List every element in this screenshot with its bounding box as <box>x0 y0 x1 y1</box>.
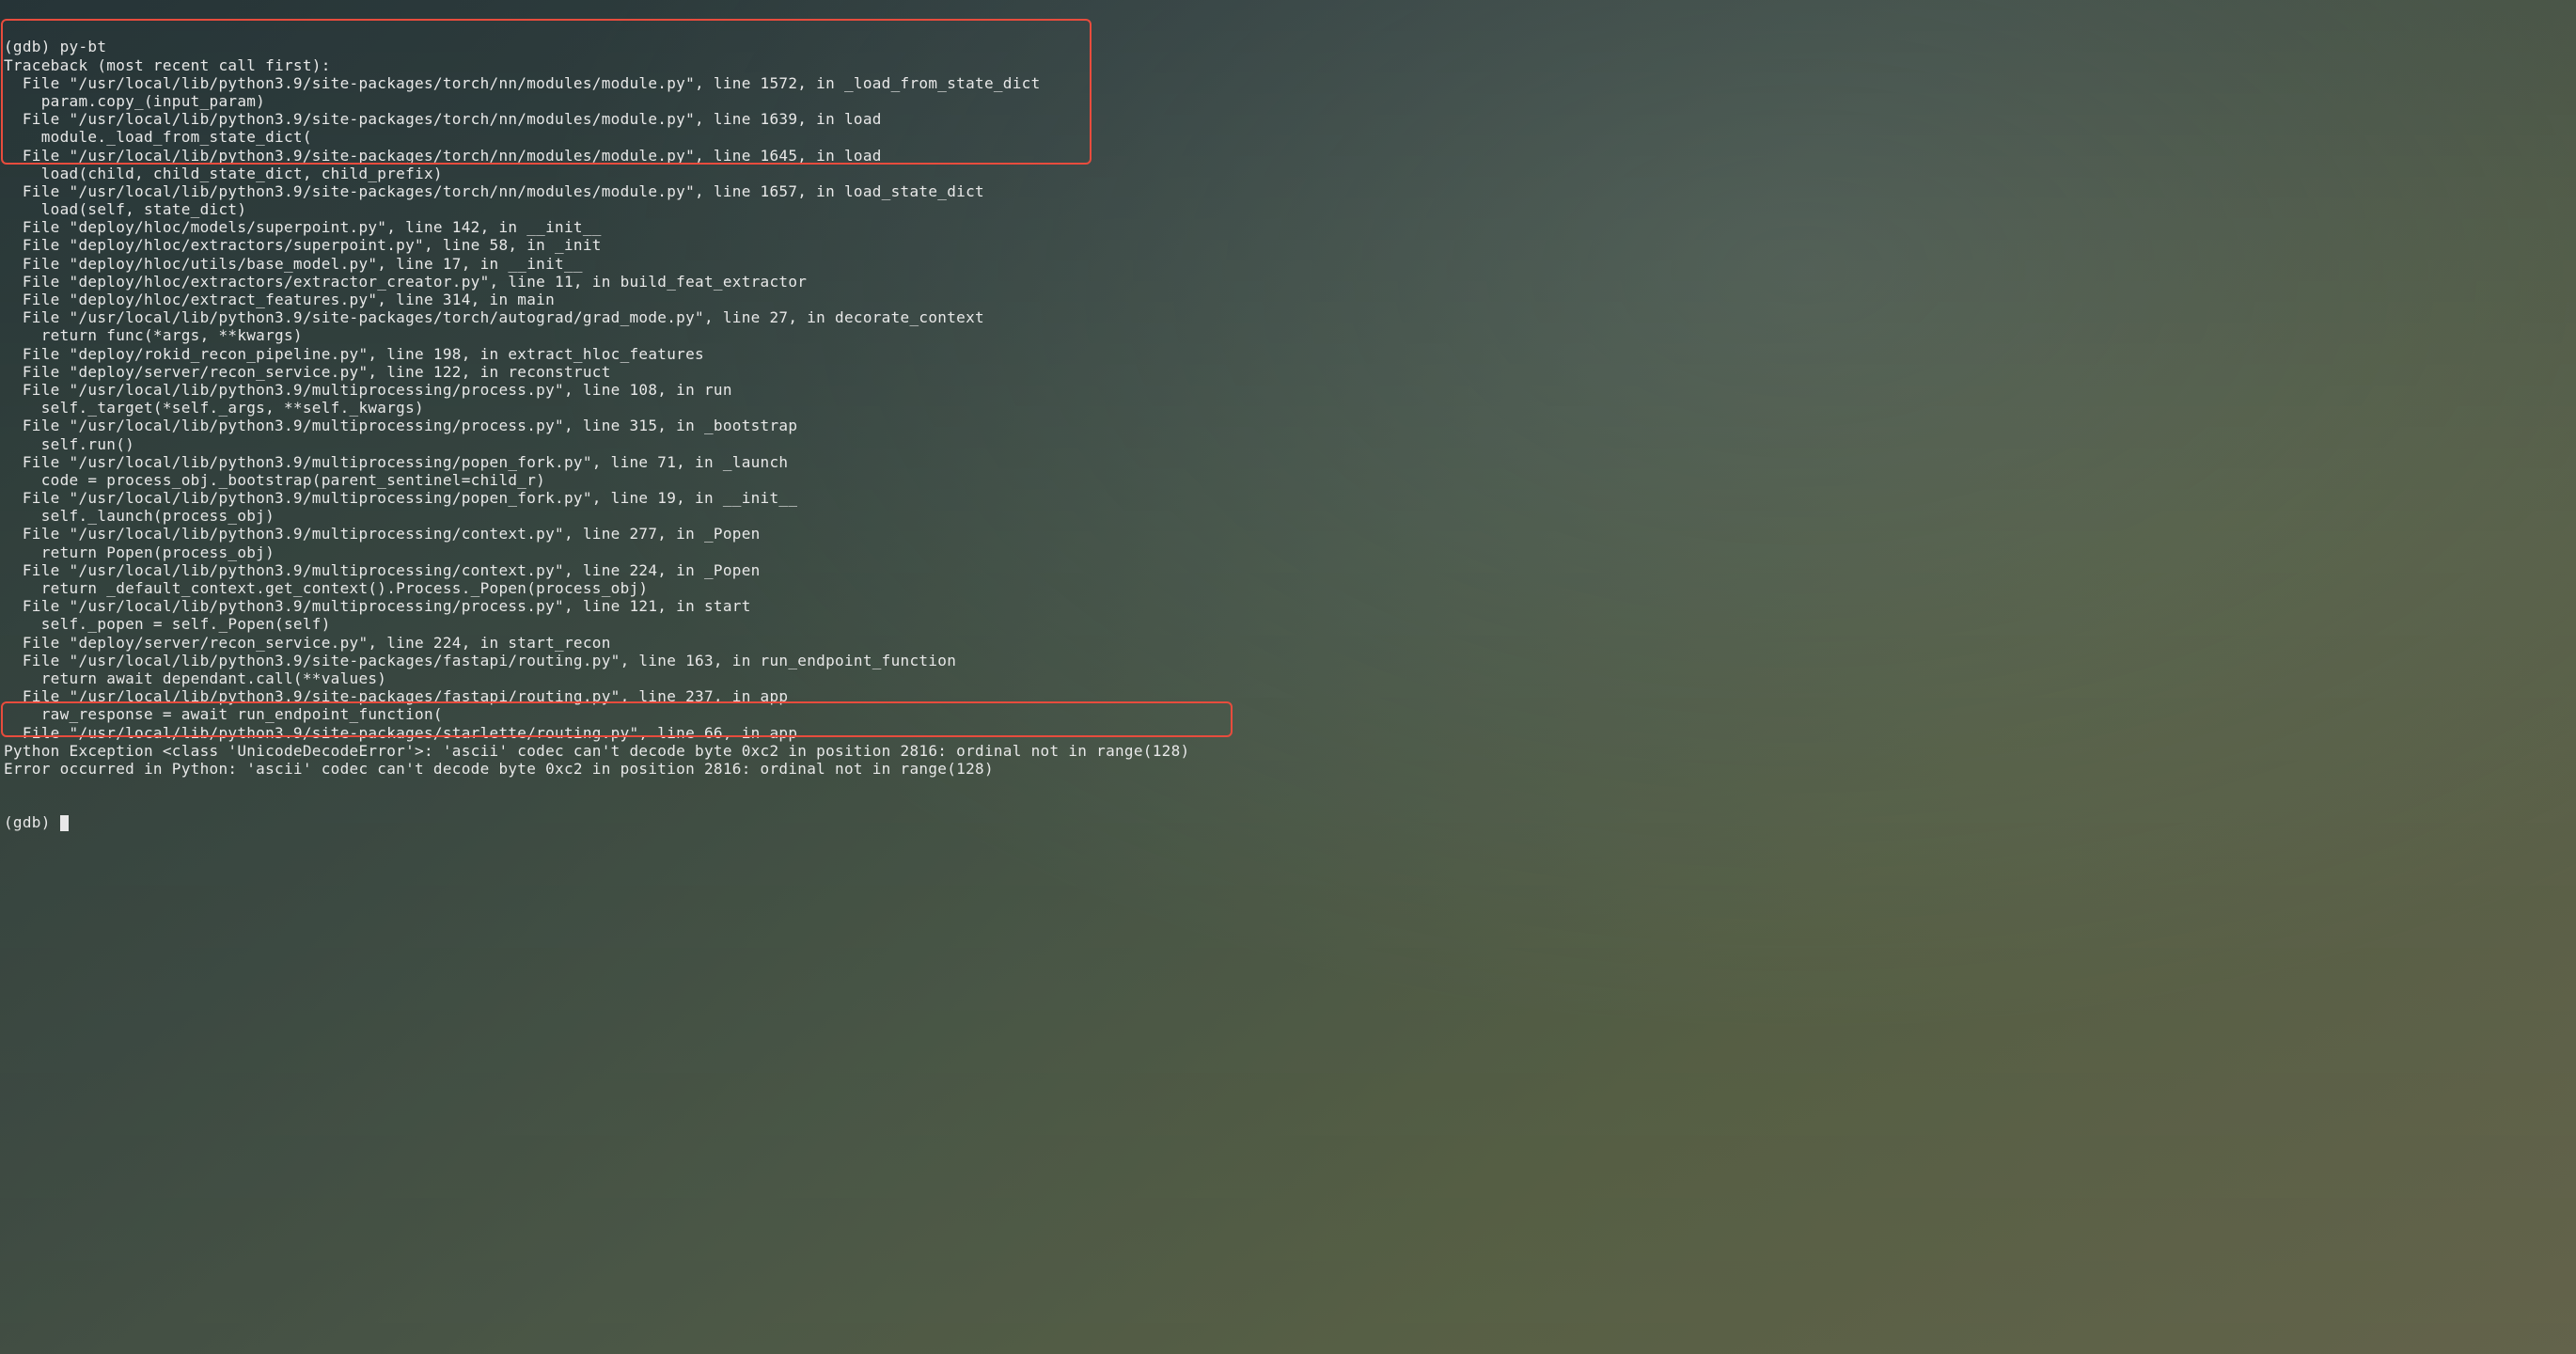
gdb-prompt-line[interactable]: (gdb) <box>4 813 2572 831</box>
terminal-line: File "/usr/local/lib/python3.9/multiproc… <box>4 381 2572 399</box>
cursor-icon <box>60 815 69 831</box>
terminal-line: Error occurred in Python: 'ascii' codec … <box>4 760 2572 778</box>
terminal-line: File "/usr/local/lib/python3.9/site-pack… <box>4 308 2572 326</box>
terminal-line: return func(*args, **kwargs) <box>4 326 2572 344</box>
terminal-line: File "/usr/local/lib/python3.9/site-pack… <box>4 687 2572 705</box>
terminal-line: return await dependant.call(**values) <box>4 669 2572 687</box>
terminal-line: Python Exception <class 'UnicodeDecodeEr… <box>4 742 2572 760</box>
terminal-line: self._launch(process_obj) <box>4 507 2572 525</box>
terminal-line: File "/usr/local/lib/python3.9/multiproc… <box>4 597 2572 615</box>
terminal-line: File "deploy/hloc/utils/base_model.py", … <box>4 255 2572 273</box>
terminal-line: return Popen(process_obj) <box>4 543 2572 561</box>
terminal-line: File "/usr/local/lib/python3.9/multiproc… <box>4 489 2572 507</box>
terminal-line: File "/usr/local/lib/python3.9/site-pack… <box>4 724 2572 742</box>
terminal-line: File "/usr/local/lib/python3.9/site-pack… <box>4 182 2572 200</box>
terminal-line: File "deploy/server/recon_service.py", l… <box>4 634 2572 652</box>
terminal-line: File "/usr/local/lib/python3.9/site-pack… <box>4 652 2572 669</box>
terminal-line: File "/usr/local/lib/python3.9/multiproc… <box>4 453 2572 471</box>
terminal-line: File "/usr/local/lib/python3.9/site-pack… <box>4 110 2572 128</box>
terminal-line: File "/usr/local/lib/python3.9/multiproc… <box>4 561 2572 579</box>
terminal-line: File "/usr/local/lib/python3.9/site-pack… <box>4 74 2572 92</box>
terminal-line: File "deploy/hloc/models/superpoint.py",… <box>4 218 2572 236</box>
terminal-line: File "deploy/hloc/extract_features.py", … <box>4 291 2572 308</box>
gdb-prompt-text: (gdb) <box>4 813 60 831</box>
terminal-line: load(self, state_dict) <box>4 200 2572 218</box>
terminal-line: module._load_from_state_dict( <box>4 128 2572 146</box>
terminal-line: load(child, child_state_dict, child_pref… <box>4 165 2572 182</box>
terminal-line: File "/usr/local/lib/python3.9/site-pack… <box>4 147 2572 165</box>
terminal-line: File "deploy/hloc/extractors/superpoint.… <box>4 236 2572 254</box>
terminal-line: code = process_obj._bootstrap(parent_sen… <box>4 471 2572 489</box>
terminal-line: File "/usr/local/lib/python3.9/multiproc… <box>4 525 2572 543</box>
terminal-line: (gdb) py-bt <box>4 38 2572 55</box>
terminal-output[interactable]: (gdb) py-btTraceback (most recent call f… <box>0 0 2576 852</box>
terminal-line: File "/usr/local/lib/python3.9/multiproc… <box>4 417 2572 434</box>
terminal-line: self._popen = self._Popen(self) <box>4 615 2572 633</box>
terminal-line: self.run() <box>4 435 2572 453</box>
terminal-line: Traceback (most recent call first): <box>4 56 2572 74</box>
terminal-line: File "deploy/hloc/extractors/extractor_c… <box>4 273 2572 291</box>
terminal-line: self._target(*self._args, **self._kwargs… <box>4 399 2572 417</box>
terminal-line: File "deploy/rokid_recon_pipeline.py", l… <box>4 345 2572 363</box>
terminal-line: File "deploy/server/recon_service.py", l… <box>4 363 2572 381</box>
terminal-line: raw_response = await run_endpoint_functi… <box>4 705 2572 723</box>
terminal-line: return _default_context.get_context().Pr… <box>4 579 2572 597</box>
terminal-line: param.copy_(input_param) <box>4 92 2572 110</box>
